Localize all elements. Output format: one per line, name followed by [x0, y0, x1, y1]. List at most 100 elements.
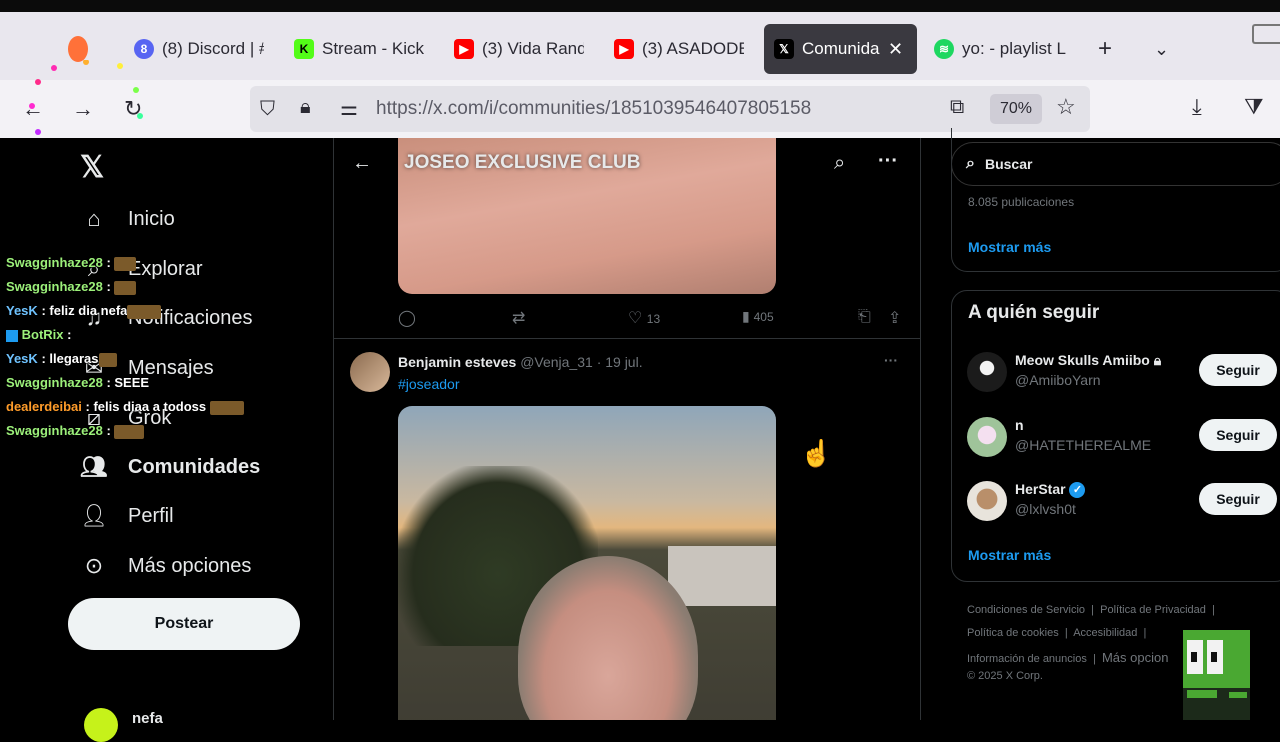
follow-button[interactable]: Seguir — [1199, 483, 1277, 515]
post-hashtag[interactable]: #joseador — [398, 376, 460, 392]
home-icon: ⌂ — [87, 206, 101, 231]
chart-icon: ▮ — [742, 308, 750, 324]
chat-user: YesK — [6, 351, 38, 366]
extensions-icon[interactable]: ⧩ — [1244, 94, 1264, 120]
profile-icon: 👤︎ — [80, 503, 108, 528]
tab-label: (3) Vida Rand — [482, 39, 584, 58]
footer-copyright: © 2025 X Corp. — [967, 670, 1043, 682]
zoom-level-button[interactable]: 70% — [990, 94, 1042, 124]
chat-user: dealerdeibai — [6, 399, 82, 414]
like-count: 13 — [646, 312, 661, 326]
tab-label: Stream - Kick — [322, 39, 424, 58]
follow-handle[interactable]: @HATETHEREALME — [1015, 437, 1151, 453]
footer-terms[interactable]: Condiciones de Servicio | Política de Pr… — [967, 604, 1215, 616]
follow-button[interactable]: Seguir — [1199, 354, 1277, 386]
nav-item-perfil[interactable]: 👤︎ Perfil — [80, 503, 174, 529]
follow-name[interactable]: HerStar ✓ — [1015, 481, 1086, 499]
footer-cookies[interactable]: Política de cookies | Accesibilidad | — [967, 627, 1146, 639]
post-button[interactable]: Postear — [68, 598, 300, 650]
community-header: ← JOSEO EXCLUSIVE CLUB ⌕ ··· — [334, 138, 920, 190]
search-icon[interactable]: ⌕ — [834, 152, 845, 175]
author-avatar[interactable] — [350, 352, 390, 392]
reply-icon[interactable]: ◯ — [398, 308, 416, 328]
show-more-link[interactable]: Mostrar más — [968, 547, 1051, 563]
emote-icon — [209, 400, 244, 415]
shield-icon[interactable]: ⛉ — [260, 98, 275, 121]
footer-ads[interactable]: Información de anuncios | Más opcion — [967, 650, 1168, 665]
nav-label: Perfil — [128, 504, 174, 527]
tab-spotify[interactable]: ≋ yo: - playlist L — [934, 24, 1070, 74]
list-all-tabs-button[interactable]: ⌄ — [1154, 24, 1178, 74]
emote-icon — [114, 280, 137, 295]
follow-name[interactable]: Meow Skulls Amiibo 🔒︎ — [1015, 352, 1161, 369]
author-name[interactable]: Benjamin esteves — [398, 354, 516, 370]
lock-icon: 🔒︎ — [1153, 352, 1162, 368]
tab-label: Comunida — [802, 39, 880, 58]
tab-label: (8) Discord | # — [162, 39, 264, 58]
chat-text: : feliz dia nefa — [41, 303, 128, 318]
follow-suggestion[interactable]: Meow Skulls Amiibo 🔒︎ @AmiiboYarn Seguir — [967, 348, 1280, 398]
chat-message: Swagginhaze28 : — [6, 423, 145, 439]
share-icon[interactable]: ⇪ — [888, 308, 901, 328]
nav-label: Explorar — [128, 257, 203, 280]
views-button[interactable]: ▮ 405 — [742, 308, 774, 325]
posts-count: 8.085 publicaciones — [968, 195, 1075, 209]
tab-youtube-2[interactable]: ▶ (3) ASADODE — [614, 24, 744, 74]
rooftop-shape — [668, 546, 776, 606]
streamer-mascot-overlay — [1183, 630, 1250, 720]
show-more-link[interactable]: Mostrar más — [968, 239, 1051, 255]
chat-text: : SEEE — [106, 375, 150, 390]
post-date[interactable]: · 19 jul. — [597, 354, 643, 370]
downloads-icon[interactable]: ⤓ — [1192, 94, 1202, 120]
url-text[interactable]: https://x.com/i/communities/185103954640… — [376, 98, 811, 120]
chat-text: : llegaras — [41, 351, 99, 366]
author-handle[interactable]: @Venja_31 — [520, 354, 593, 370]
avatar[interactable] — [967, 417, 1007, 457]
account-name[interactable]: nefa — [132, 710, 163, 727]
chat-message: Swagginhaze28 : — [6, 255, 137, 271]
like-button[interactable]: ♡ 13 — [628, 308, 660, 328]
browser-tab-bar: 8 (8) Discord | # K Stream - Kick ▶ (3) … — [0, 12, 1280, 80]
close-icon[interactable]: ✕ — [888, 39, 903, 60]
chat-user: Swagginhaze28 — [6, 255, 103, 270]
discord-icon: 8 — [134, 39, 154, 59]
avatar[interactable] — [967, 481, 1007, 521]
emote-icon — [114, 256, 137, 271]
follow-button[interactable]: Seguir — [1199, 419, 1277, 451]
nav-item-inicio[interactable]: ⌂ Inicio — [80, 206, 175, 232]
more-options-icon[interactable]: ··· — [878, 150, 898, 173]
tab-kick[interactable]: K Stream - Kick — [294, 24, 424, 74]
chat-message: Swagginhaze28 : — [6, 279, 137, 295]
bookmark-icon[interactable]: ⎗ — [858, 308, 871, 326]
x-logo-icon[interactable]: 𝕏 — [80, 150, 104, 185]
hand-cursor-icon: ☝ — [800, 438, 833, 468]
post-image-selfie[interactable] — [398, 406, 776, 720]
follow-name[interactable]: n — [1015, 417, 1024, 433]
window-restore-button[interactable] — [1252, 24, 1280, 44]
chat-user: YesK — [6, 303, 38, 318]
nav-label: Inicio — [128, 207, 175, 230]
tab-youtube-1[interactable]: ▶ (3) Vida Rand — [454, 24, 584, 74]
retweet-icon[interactable]: ⇄ — [512, 308, 525, 328]
nav-item-comunidades[interactable]: 👥︎ Comunidades — [80, 454, 260, 480]
tab-x-communities[interactable]: 𝕏 Comunida ✕ — [764, 24, 917, 74]
tab-label: (3) ASADODE — [642, 39, 744, 58]
picture-in-picture-icon[interactable]: ⧉ — [950, 96, 964, 119]
follow-suggestion[interactable]: n @HATETHEREALME Seguir — [967, 413, 1280, 463]
back-arrow-icon[interactable]: ← — [352, 152, 372, 175]
follow-handle[interactable]: @lxlvsh0t — [1015, 501, 1076, 517]
follow-suggestion[interactable]: HerStar ✓ @lxlvsh0t Seguir — [967, 477, 1280, 527]
nav-label: Más opciones — [128, 554, 252, 577]
avatar[interactable] — [967, 352, 1007, 392]
bookmark-star-icon[interactable]: ☆ — [1056, 94, 1076, 120]
nav-item-mas-opciones[interactable]: ⊙ Más opciones — [80, 553, 252, 579]
new-tab-button[interactable]: + — [1098, 24, 1122, 74]
chat-user: Swagginhaze28 — [6, 423, 103, 438]
post-more-icon[interactable]: ··· — [884, 352, 898, 368]
kick-icon: K — [294, 39, 314, 59]
chat-user: Swagginhaze28 — [6, 375, 103, 390]
lock-icon[interactable]: 🔒︎ — [300, 96, 311, 119]
account-avatar[interactable] — [84, 708, 118, 742]
permissions-icon[interactable]: ⚌ — [340, 96, 358, 121]
follow-handle[interactable]: @AmiiboYarn — [1015, 372, 1101, 388]
